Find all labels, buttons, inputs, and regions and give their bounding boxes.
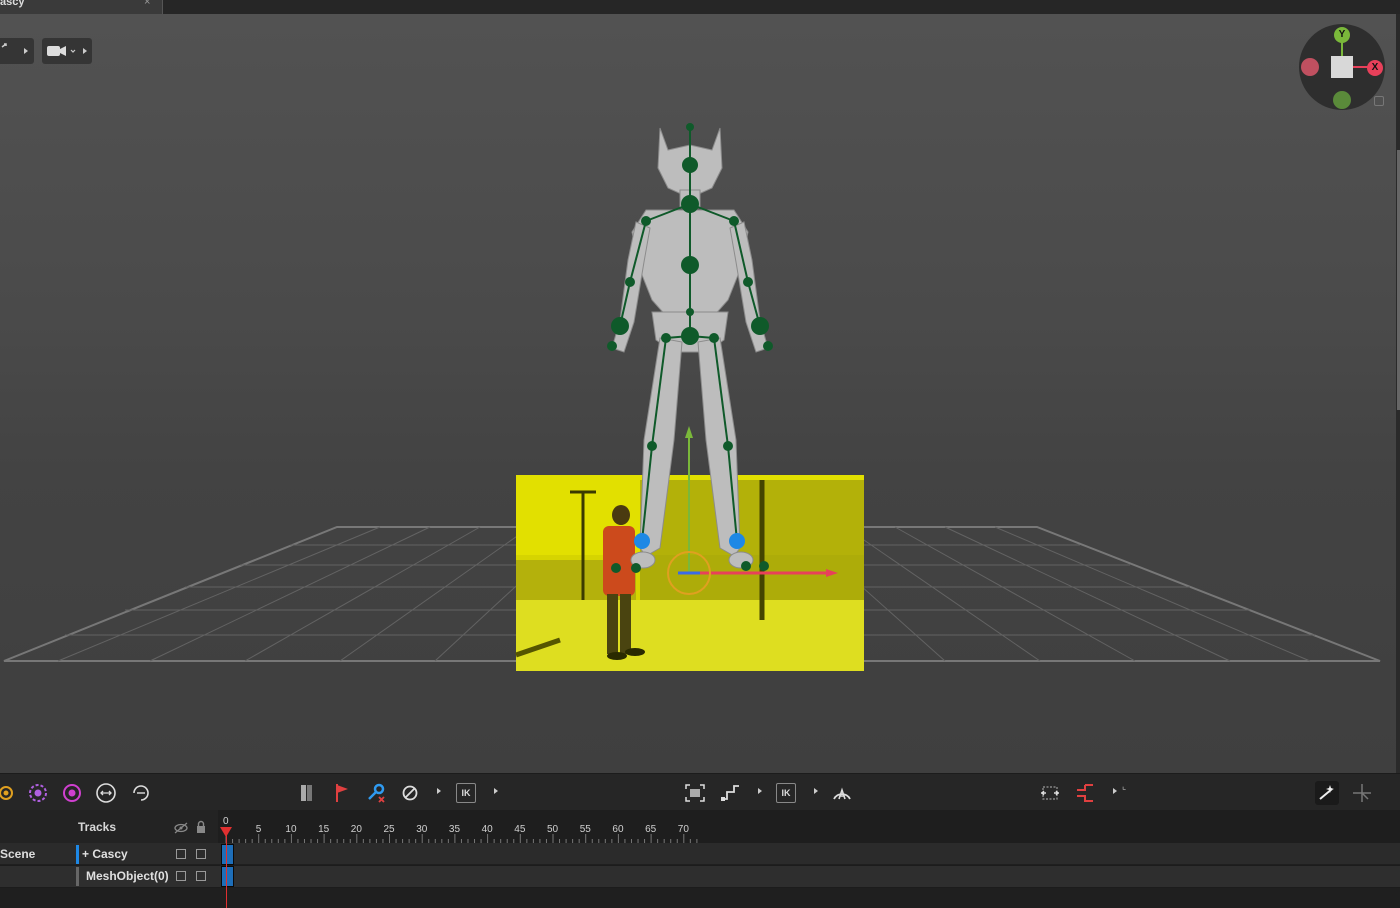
- timeline-ruler[interactable]: [218, 810, 1400, 843]
- playhead-line[interactable]: [226, 827, 227, 908]
- visibility-toggle-icon[interactable]: [174, 821, 188, 839]
- flag-icon[interactable]: [330, 781, 354, 805]
- ruler-tick-label: 45: [514, 824, 526, 835]
- track-name-cascy[interactable]: + Cascy: [82, 847, 128, 861]
- ruler-tick-label: 55: [579, 824, 591, 835]
- viewport-scene[interactable]: [0, 14, 1396, 773]
- document-tab-title: ascy: [0, 0, 25, 8]
- corner-marker-icon: ⌞: [1122, 781, 1127, 791]
- ik-button-right[interactable]: IK: [776, 783, 796, 803]
- key-remove-icon[interactable]: [364, 781, 388, 805]
- ruler-tick-label: 70: [677, 824, 689, 835]
- ruler-tick-label: 65: [645, 824, 657, 835]
- swap-icon[interactable]: [1073, 781, 1097, 805]
- track-color-bar: [76, 845, 79, 864]
- pivot-magenta-icon[interactable]: [60, 781, 84, 805]
- pivot-purple-icon[interactable]: [26, 781, 50, 805]
- track-color-bar: [76, 867, 79, 886]
- playhead-marker[interactable]: [220, 827, 232, 837]
- gizmo-y-label[interactable]: Y: [1334, 27, 1350, 43]
- document-tab[interactable]: ascy ×: [0, 0, 163, 14]
- ruler-ticks: [225, 834, 698, 843]
- curve-options-arrow[interactable]: [758, 788, 762, 794]
- ruler-tick-label: 20: [350, 824, 362, 835]
- ruler-tick-label: 40: [481, 824, 493, 835]
- axis-icon[interactable]: [1350, 781, 1374, 805]
- scene-label: Scene: [0, 847, 36, 861]
- track-row-meshobject[interactable]: [0, 865, 1400, 888]
- ik-right-options-arrow[interactable]: [814, 788, 818, 794]
- disable-icon[interactable]: [398, 781, 422, 805]
- view-mode-icon: [1, 43, 28, 54]
- tracks-label: Tracks: [78, 820, 117, 834]
- ik-button-left[interactable]: IK: [456, 783, 476, 803]
- camera-menu-button[interactable]: [42, 38, 92, 64]
- ruler-tick-label: 30: [416, 824, 428, 835]
- pin-icon[interactable]: [295, 781, 319, 805]
- track-cascy-visible-checkbox[interactable]: [176, 849, 186, 859]
- track-mesh-lock-checkbox[interactable]: [196, 871, 206, 881]
- ruler-tick-label: 5: [255, 824, 262, 835]
- gizmo-x-label[interactable]: X: [1367, 60, 1383, 76]
- track-mesh-visible-checkbox[interactable]: [176, 871, 186, 881]
- ruler-tick-label: 15: [318, 824, 330, 835]
- swap-options-arrow[interactable]: [1113, 788, 1117, 794]
- ruler-tick-label: 60: [612, 824, 624, 835]
- 3d-viewport[interactable]: Y X: [0, 14, 1396, 773]
- animation-toolbar: IK IK ⌞: [0, 773, 1400, 811]
- track-name-meshobject[interactable]: MeshObject(0): [86, 869, 169, 883]
- ruler-tick-label: 50: [547, 824, 559, 835]
- track-cascy-lock-checkbox[interactable]: [196, 849, 206, 859]
- step-curve-icon[interactable]: [718, 781, 742, 805]
- disable-options-arrow[interactable]: [437, 788, 441, 794]
- camera-icon: [47, 46, 87, 56]
- auto-ik-icon[interactable]: [830, 781, 854, 805]
- ruler-tick-label: 0: [223, 816, 229, 827]
- ruler-tick-label: 35: [448, 824, 461, 835]
- pivot-sun-icon[interactable]: [0, 781, 18, 805]
- smart-pose-icon[interactable]: [1315, 781, 1339, 805]
- mirror-icon[interactable]: [1038, 781, 1062, 805]
- rotate-loop-icon[interactable]: [129, 781, 153, 805]
- close-tab-icon[interactable]: ×: [144, 0, 150, 8]
- gizmo-lock-icon[interactable]: [1374, 96, 1384, 106]
- keyframe-meshobject[interactable]: [221, 866, 234, 887]
- rotate-x-icon[interactable]: [94, 781, 118, 805]
- keyframe-cascy[interactable]: [221, 844, 234, 865]
- frame-all-icon[interactable]: [683, 781, 707, 805]
- ruler-tick-label: 25: [383, 824, 395, 835]
- track-row-cascy[interactable]: [0, 843, 1400, 864]
- document-tab-strip: [0, 0, 1400, 14]
- ik-left-options-arrow[interactable]: [494, 788, 498, 794]
- ruler-tick-label: 10: [285, 824, 297, 835]
- lock-toggle-icon[interactable]: [195, 820, 207, 839]
- view-mode-button[interactable]: [0, 38, 34, 64]
